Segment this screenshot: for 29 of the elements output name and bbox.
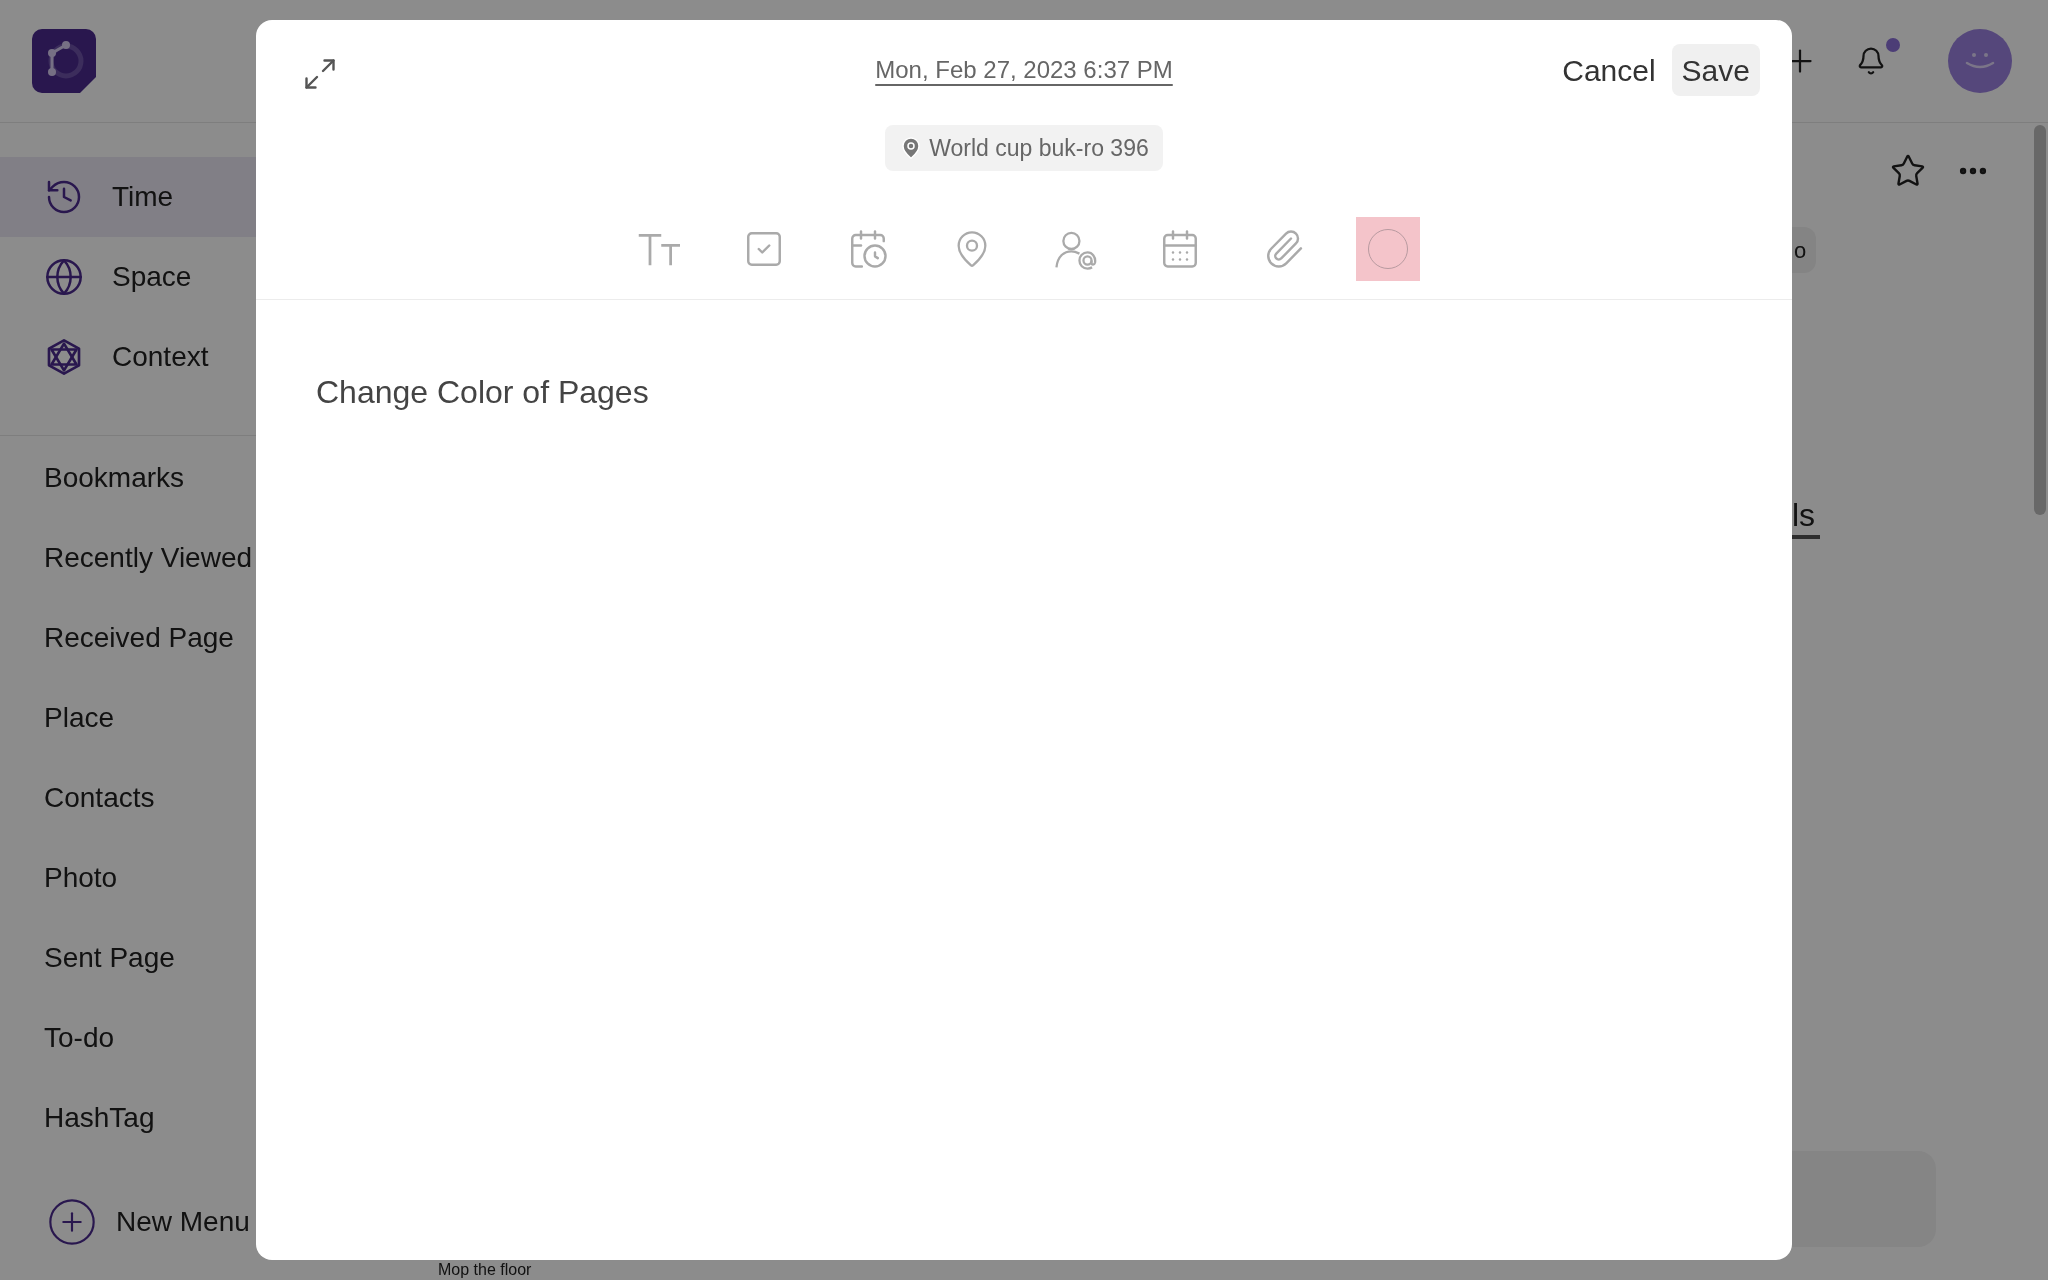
- star-icon[interactable]: [1890, 153, 1926, 189]
- menu-item[interactable]: To-do: [0, 998, 256, 1078]
- plus-circle-icon: [46, 1196, 98, 1248]
- nav-item[interactable]: Space: [0, 237, 256, 317]
- nav-item[interactable]: Time: [0, 157, 256, 237]
- app-logo[interactable]: [32, 29, 96, 93]
- menu-item[interactable]: Sent Page: [0, 918, 256, 998]
- location-chip[interactable]: World cup buk-ro 396: [885, 125, 1163, 171]
- todo-item-text: Mop the floor: [437, 1262, 533, 1280]
- menu-item[interactable]: Contacts: [0, 758, 256, 838]
- menu-item[interactable]: Place: [0, 678, 256, 758]
- menu-item[interactable]: Received Page: [0, 598, 256, 678]
- date-link[interactable]: Mon, Feb 27, 2023 6:37 PM: [875, 52, 1173, 88]
- menu-item[interactable]: Photo: [0, 838, 256, 918]
- bell-icon[interactable]: [1856, 46, 1886, 76]
- menu-item[interactable]: HashTag: [0, 1078, 256, 1158]
- page-color-button[interactable]: [1356, 217, 1420, 281]
- expand-icon[interactable]: [302, 56, 338, 92]
- nav-item[interactable]: Context: [0, 317, 256, 397]
- globe-icon: [44, 257, 84, 297]
- avatar-icon[interactable]: [1948, 29, 2012, 93]
- cancel-button[interactable]: Cancel: [1558, 47, 1660, 93]
- note-text[interactable]: Change Color of Pages: [316, 374, 649, 410]
- menu-item[interactable]: Bookmarks: [0, 438, 256, 518]
- tag-chip[interactable]: o: [1790, 227, 1816, 273]
- new-menu-button[interactable]: New Menu: [0, 1196, 256, 1248]
- scrollbar[interactable]: [2034, 125, 2046, 515]
- menu-item[interactable]: Recently Viewed: [0, 518, 256, 598]
- save-button[interactable]: Save: [1671, 44, 1760, 96]
